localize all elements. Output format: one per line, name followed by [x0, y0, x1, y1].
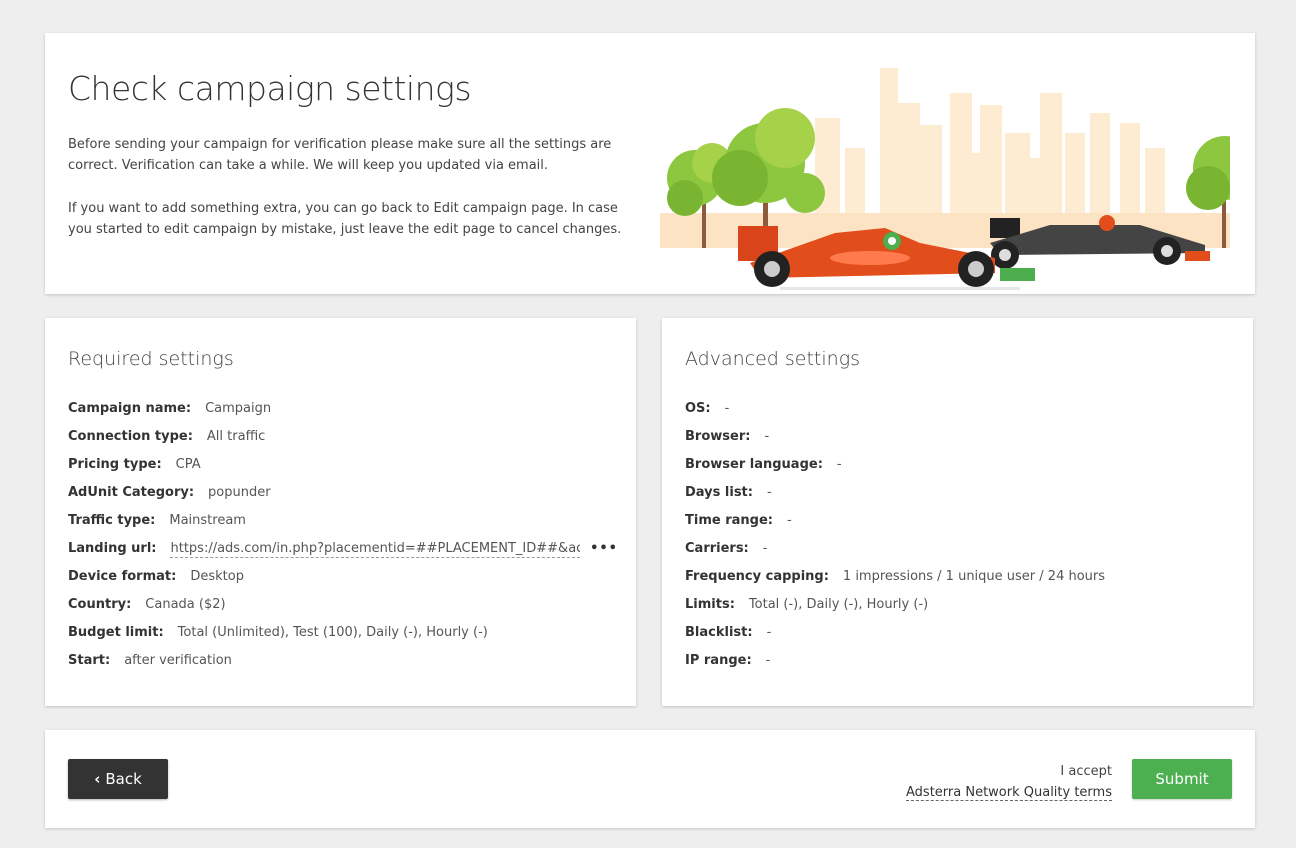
accept-text: I accept — [1060, 764, 1112, 779]
setting-label: Landing url: — [68, 541, 157, 556]
setting-value: Total (Unlimited), Test (100), Daily (-)… — [177, 625, 488, 640]
setting-browser-language: Browser language: - — [685, 451, 1235, 479]
setting-label: Limits: — [685, 597, 735, 612]
setting-label: Campaign name: — [68, 401, 192, 416]
setting-time-range: Time range: - — [685, 507, 1235, 535]
setting-value: popunder — [208, 485, 271, 500]
setting-pricing-type: Pricing type: CPA — [68, 451, 618, 479]
setting-value: 1 impressions / 1 unique user / 24 hours — [842, 569, 1106, 584]
more-icon[interactable]: ••• — [590, 539, 618, 559]
setting-value: Total (-), Daily (-), Hourly (-) — [748, 597, 929, 612]
intro-card: Check campaign settings Before sending y… — [45, 33, 1255, 294]
setting-label: Device format: — [68, 569, 177, 584]
terms-acceptance: I accept Adsterra Network Quality terms — [906, 761, 1112, 803]
setting-label: Start: — [68, 653, 111, 668]
setting-adunit-category: AdUnit Category: popunder — [68, 479, 618, 507]
setting-label: Connection type: — [68, 429, 193, 444]
setting-value: Desktop — [190, 569, 244, 584]
required-settings-title: Required settings — [68, 348, 234, 370]
setting-value: All traffic — [206, 429, 266, 444]
setting-label: Browser language: — [685, 457, 823, 472]
setting-campaign-name: Campaign name: Campaign — [68, 395, 618, 423]
setting-ip-range: IP range: - — [685, 647, 1235, 675]
setting-label: Blacklist: — [685, 625, 753, 640]
intro-paragraph-edit: If you want to add something extra, you … — [68, 201, 622, 237]
terms-link[interactable]: Adsterra Network Quality terms — [906, 785, 1112, 801]
setting-browser: Browser: - — [685, 423, 1235, 451]
setting-label: Carriers: — [685, 541, 749, 556]
setting-frequency-capping: Frequency capping: 1 impressions / 1 uni… — [685, 563, 1235, 591]
setting-os: OS: - — [685, 395, 1235, 423]
setting-value: - — [765, 653, 771, 668]
setting-value: Campaign — [205, 401, 272, 416]
chevron-left-icon: ‹ — [94, 770, 101, 788]
setting-connection-type: Connection type: All traffic — [68, 423, 618, 451]
setting-label: AdUnit Category: — [68, 485, 195, 500]
setting-label: Traffic type: — [68, 513, 156, 528]
setting-label: OS: — [685, 401, 711, 416]
page-title: Check campaign settings — [68, 69, 472, 108]
setting-value: - — [836, 457, 842, 472]
setting-value: - — [766, 625, 772, 640]
setting-start: Start: after verification — [68, 647, 618, 675]
setting-value: Mainstream — [169, 513, 246, 528]
advanced-settings-title: Advanced settings — [685, 348, 860, 370]
setting-label: Days list: — [685, 485, 753, 500]
setting-value: after verification — [124, 653, 232, 668]
advanced-settings-list: OS: - Browser: - Browser language: - Day… — [685, 395, 1235, 675]
required-settings-card: Required settings Campaign name: Campaig… — [45, 318, 636, 706]
setting-label: Budget limit: — [68, 625, 164, 640]
required-settings-list: Campaign name: Campaign Connection type:… — [68, 395, 618, 675]
setting-value: - — [764, 429, 770, 444]
setting-device-format: Device format: Desktop — [68, 563, 618, 591]
setting-label: Browser: — [685, 429, 751, 444]
setting-days-list: Days list: - — [685, 479, 1235, 507]
setting-value: - — [766, 485, 772, 500]
setting-budget-limit: Budget limit: Total (Unlimited), Test (1… — [68, 619, 618, 647]
setting-label: Country: — [68, 597, 132, 612]
setting-value: - — [762, 541, 768, 556]
advanced-settings-card: Advanced settings OS: - Browser: - Brows… — [662, 318, 1253, 706]
setting-landing-url: Landing url: https://ads.com/in.php?plac… — [68, 535, 618, 563]
landing-url-link[interactable]: https://ads.com/in.php?placementid=##PLA… — [170, 541, 581, 558]
setting-value: - — [724, 401, 730, 416]
back-button-label: Back — [105, 770, 142, 788]
setting-label: Frequency capping: — [685, 569, 829, 584]
setting-limits: Limits: Total (-), Daily (-), Hourly (-) — [685, 591, 1235, 619]
setting-label: IP range: — [685, 653, 752, 668]
setting-value: - — [786, 513, 792, 528]
setting-value: Canada ($2) — [145, 597, 226, 612]
submit-button[interactable]: Submit — [1132, 759, 1232, 799]
race-cars-illustration — [660, 68, 1230, 290]
setting-value: CPA — [175, 457, 201, 472]
actions-card: ‹ Back I accept Adsterra Network Quality… — [45, 730, 1255, 828]
setting-label: Pricing type: — [68, 457, 162, 472]
setting-carriers: Carriers: - — [685, 535, 1235, 563]
setting-blacklist: Blacklist: - — [685, 619, 1235, 647]
setting-traffic-type: Traffic type: Mainstream — [68, 507, 618, 535]
setting-country: Country: Canada ($2) — [68, 591, 618, 619]
intro-paragraph-verification: Before sending your campaign for verific… — [68, 137, 612, 173]
back-button[interactable]: ‹ Back — [68, 759, 168, 799]
setting-label: Time range: — [685, 513, 773, 528]
